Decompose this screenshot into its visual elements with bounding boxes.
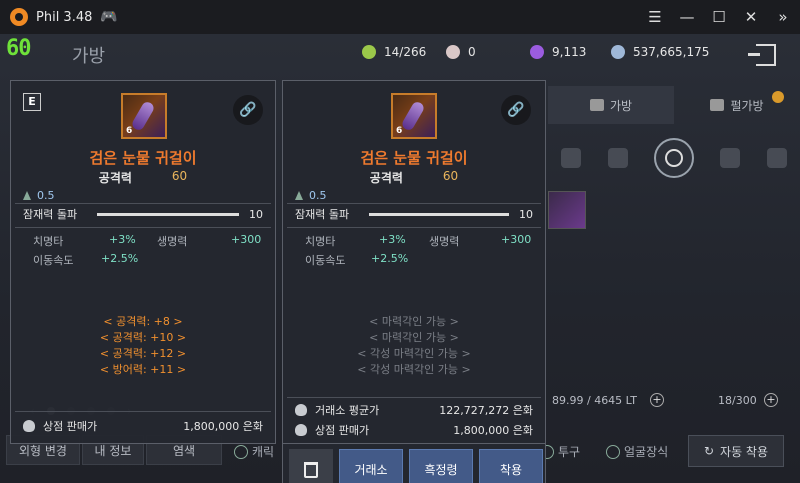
engraving-list: < 마력각인 가능 > < 마력각인 가능 > < 각성 마력각인 가능 > <… [283,313,545,377]
potential-bar [97,212,239,216]
maximize-icon[interactable]: ☐ [710,8,728,26]
bag-icon [589,99,604,111]
fps-counter: 60 [6,36,31,61]
title-bar: Phil 3.48 🎮 ☰ — ☐ ✕ » [0,0,800,34]
enhancement-line: < 공격력: +10 > [99,331,187,344]
item-filter-row [548,136,800,180]
item-action-bar: 거래소 흑정령 착용 [282,444,546,483]
energy-icon [362,45,376,59]
inventory-slot[interactable] [548,191,586,229]
enhancement-line: < 방어력: +11 > [99,363,187,376]
accessory-filter-icon[interactable] [653,138,694,178]
potion-filter-icon[interactable] [766,148,787,168]
pearl-counter: 0 [446,42,476,62]
collapse-icon[interactable]: » [774,8,792,26]
minimize-icon[interactable]: — [678,8,696,26]
exchange-button[interactable]: 거래소 [339,448,403,483]
toggle-face-accessory[interactable]: 얼굴장식 [606,443,668,460]
weight-icon [23,191,31,200]
bag-weight: 89.99 / 4645 LT [552,394,638,407]
stat-grid: 치명타 +3% 생명력 +300 이동속도 +2.5% [305,233,532,267]
earring-icon: 6 [121,93,167,139]
energy-counter: 14/266 [362,42,426,62]
engraving-line: < 각성 마력각인 가능 > [357,363,471,376]
enhancement-line: < 공격력: +12 > [99,347,187,360]
enhancement-list: < 공격력: +8 > < 공격력: +10 > < 공격력: +12 > < … [11,313,275,377]
item-weight: 0.5 [23,189,55,202]
stat-grid: 치명타 +3% 생명력 +300 이동속도 +2.5% [33,233,262,267]
silver-icon [611,45,625,59]
equip-button[interactable]: 착용 [479,448,543,483]
potential-bar [369,212,509,216]
potential-row: 잠재력 돌파 10 [295,207,533,222]
close-icon[interactable]: ✕ [742,8,760,26]
market-price-row: 거래소 평균가 122,727,272 은화 [295,401,533,419]
tab-bag[interactable]: 가방 [548,86,674,124]
weight-icon [295,191,303,200]
add-slots-button[interactable]: + [764,393,778,407]
item-weight: 0.5 [295,189,327,202]
equipped-badge: E [23,93,41,111]
add-weight-button[interactable]: + [650,393,664,407]
gamepad-icon[interactable]: 🎮 [100,9,117,25]
item-name: 검은 눈물 귀걸이 [360,149,468,167]
armor-filter-icon[interactable] [607,148,628,168]
link-icon[interactable]: 🔗 [233,95,263,125]
pearl-bag-icon [710,99,725,111]
bag-title: 가방 [72,46,106,67]
toggle-helmet[interactable]: 투구 [540,443,580,460]
notification-badge [772,91,784,103]
auto-equip-button[interactable]: ↻ 자동 착용 [688,435,784,467]
attack-row: 공격력 60 [369,169,459,185]
money-bag-icon [23,420,35,432]
trash-icon [304,461,318,478]
earring-icon: 6 [391,93,437,139]
sell-price-row: 상점 판매가 1,800,000 은화 [295,421,533,439]
pearl-icon [446,45,460,59]
engraving-line: < 마력각인 가능 > [369,331,459,344]
enhancement-line: < 공격력: +8 > [103,315,183,328]
window-title: Phil 3.48 [36,9,93,25]
money-bag-icon [295,424,307,436]
potential-row: 잠재력 돌파 10 [23,207,263,222]
crystal-icon [530,45,544,59]
toggle-character[interactable]: 캐릭 [234,443,274,460]
crystal-counter: 9,113 [530,42,586,62]
scale-icon [295,404,307,416]
game-viewport: 60 가방 14/266 0 9,113 537,665,175 가방 펄가방 [0,34,800,483]
engraving-line: < 마력각인 가능 > [369,315,459,328]
check-icon [234,444,248,459]
bag-slots: 18/300 [718,394,757,407]
delete-button[interactable] [289,448,333,483]
sell-price-row: 상점 판매가 1,800,000 은화 [23,417,263,435]
engraving-line: < 각성 마력각인 가능 > [357,347,471,360]
exit-icon[interactable] [748,44,776,66]
attack-row: 공격력 60 [98,169,188,185]
menu-icon[interactable]: ☰ [646,8,664,26]
crystal-filter-icon[interactable] [720,148,741,168]
link-icon[interactable]: 🔗 [501,95,531,125]
app-logo-icon [10,8,28,26]
item-name: 검은 눈물 귀걸이 [89,149,197,167]
item-tooltip-equipped: E 6 🔗 검은 눈물 귀걸이 공격력 60 0.5 잠재력 돌파 10 치명타… [10,80,276,444]
check-icon [606,444,620,459]
inventory-tabs: 가방 펄가방 [548,86,800,124]
weapon-filter-icon[interactable] [561,148,582,168]
item-tooltip-selected: 6 🔗 검은 눈물 귀걸이 공격력 60 0.5 잠재력 돌파 10 치명타 +… [282,80,546,444]
refresh-icon: ↻ [703,444,715,458]
black-spirit-button[interactable]: 흑정령 [409,448,473,483]
silver-counter: 537,665,175 [611,42,709,62]
